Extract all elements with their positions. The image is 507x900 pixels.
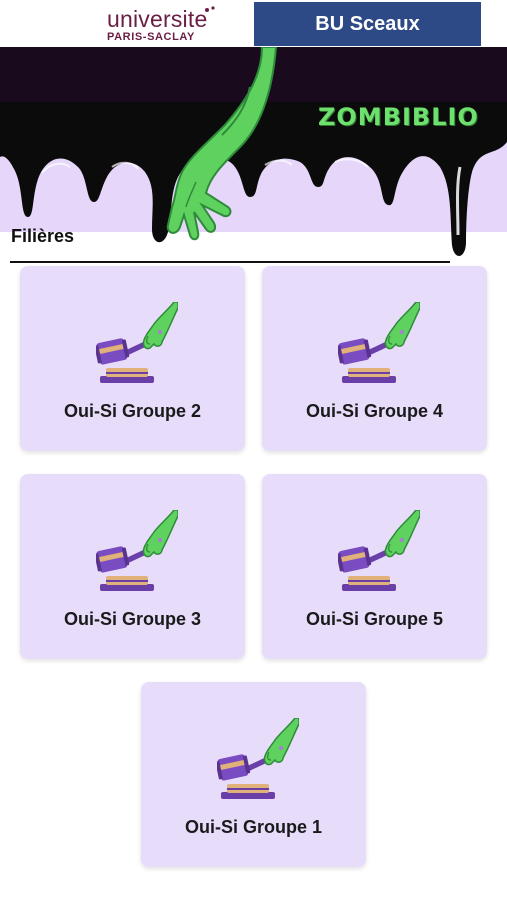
zombiblio-brand: ZOMBIBLIO bbox=[318, 103, 479, 131]
logo-word: universite bbox=[107, 6, 208, 32]
section-divider bbox=[10, 261, 450, 263]
slime-drip-illustration bbox=[0, 47, 507, 256]
page-bottom bbox=[0, 888, 507, 900]
zombie-gavel-icon bbox=[338, 510, 420, 592]
logo-accent-icon bbox=[205, 6, 215, 12]
card-oui-si-groupe-4[interactable]: Oui-Si Groupe 4 bbox=[262, 266, 487, 451]
top-header: universite PARIS-SACLAY BU Sceaux bbox=[0, 0, 507, 47]
section-title: Filières bbox=[11, 226, 75, 246]
zombiblio-banner: ZOMBIBLIO Filières bbox=[0, 47, 507, 263]
zombie-gavel-icon bbox=[96, 302, 178, 384]
card-label: Oui-Si Groupe 1 bbox=[184, 817, 322, 837]
logo-subtitle: PARIS-SACLAY bbox=[107, 31, 195, 43]
zombie-gavel-icon bbox=[217, 718, 299, 800]
card-label: Oui-Si Groupe 5 bbox=[305, 609, 443, 629]
universite-paris-saclay-logo[interactable]: universite PARIS-SACLAY bbox=[107, 6, 247, 44]
card-oui-si-groupe-2[interactable]: Oui-Si Groupe 2 bbox=[20, 266, 245, 451]
card-label: Oui-Si Groupe 2 bbox=[63, 401, 201, 421]
card-oui-si-groupe-3[interactable]: Oui-Si Groupe 3 bbox=[20, 474, 245, 659]
card-oui-si-groupe-5[interactable]: Oui-Si Groupe 5 bbox=[262, 474, 487, 659]
library-button[interactable]: BU Sceaux bbox=[254, 2, 481, 46]
zombie-gavel-icon bbox=[338, 302, 420, 384]
zombie-gavel-icon bbox=[96, 510, 178, 592]
card-oui-si-groupe-1[interactable]: Oui-Si Groupe 1 bbox=[141, 682, 366, 867]
card-label: Oui-Si Groupe 3 bbox=[63, 609, 201, 629]
card-label: Oui-Si Groupe 4 bbox=[305, 401, 443, 421]
